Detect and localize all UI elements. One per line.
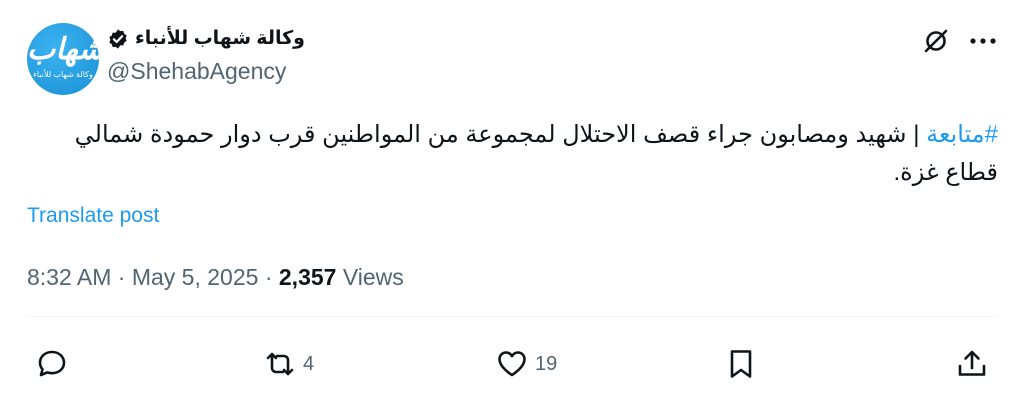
retweet-button[interactable]: 4: [263, 346, 314, 382]
tweet-meta: 8:32 AM · May 5, 2025 · 2,357 Views: [27, 262, 404, 292]
author-handle[interactable]: @ShehabAgency: [107, 57, 286, 85]
more-options-button[interactable]: [966, 26, 1000, 56]
bookmark-button[interactable]: [724, 346, 758, 382]
divider: [27, 316, 997, 317]
like-count: 19: [535, 352, 558, 375]
views-count: 2,357: [278, 264, 337, 290]
reply-button[interactable]: [35, 346, 75, 382]
translate-post-link[interactable]: Translate post: [27, 202, 159, 230]
meta-separator: ·: [117, 264, 126, 290]
avatar[interactable]: شهاب وكالة شهاب للأنباء: [27, 23, 99, 95]
avatar-glyph: شهاب: [27, 32, 99, 67]
retweet-icon: [266, 352, 294, 376]
reply-icon: [38, 350, 66, 377]
tweet-date[interactable]: May 5, 2025: [132, 264, 259, 290]
verified-badge-icon: [109, 29, 127, 49]
author-name-row[interactable]: وكالة شهاب للأنباء: [107, 26, 305, 52]
hashtag-link[interactable]: #متابعة: [926, 121, 998, 148]
share-icon: [958, 350, 986, 376]
share-button[interactable]: [955, 346, 989, 382]
like-button[interactable]: 19: [495, 346, 557, 382]
avatar-caption: وكالة شهاب للأنباء: [33, 70, 93, 79]
views-label: Views: [342, 264, 404, 290]
grok-icon: [924, 29, 948, 53]
tweet-body: | شهيد ومصابون جراء قصف الاحتلال لمجموعة…: [74, 121, 998, 186]
more-dots-icon: [970, 38, 996, 44]
author-display-name[interactable]: وكالة شهاب للأنباء: [135, 26, 305, 52]
tweet-text: #متابعة | شهيد ومصابون جراء قصف الاحتلال…: [30, 116, 998, 192]
tweet-time[interactable]: 8:32 AM: [27, 264, 111, 290]
grok-button[interactable]: [921, 26, 951, 56]
bookmark-icon: [730, 350, 752, 378]
retweet-count: 4: [303, 352, 315, 375]
heart-icon: [498, 351, 526, 377]
meta-separator: ·: [264, 264, 273, 290]
